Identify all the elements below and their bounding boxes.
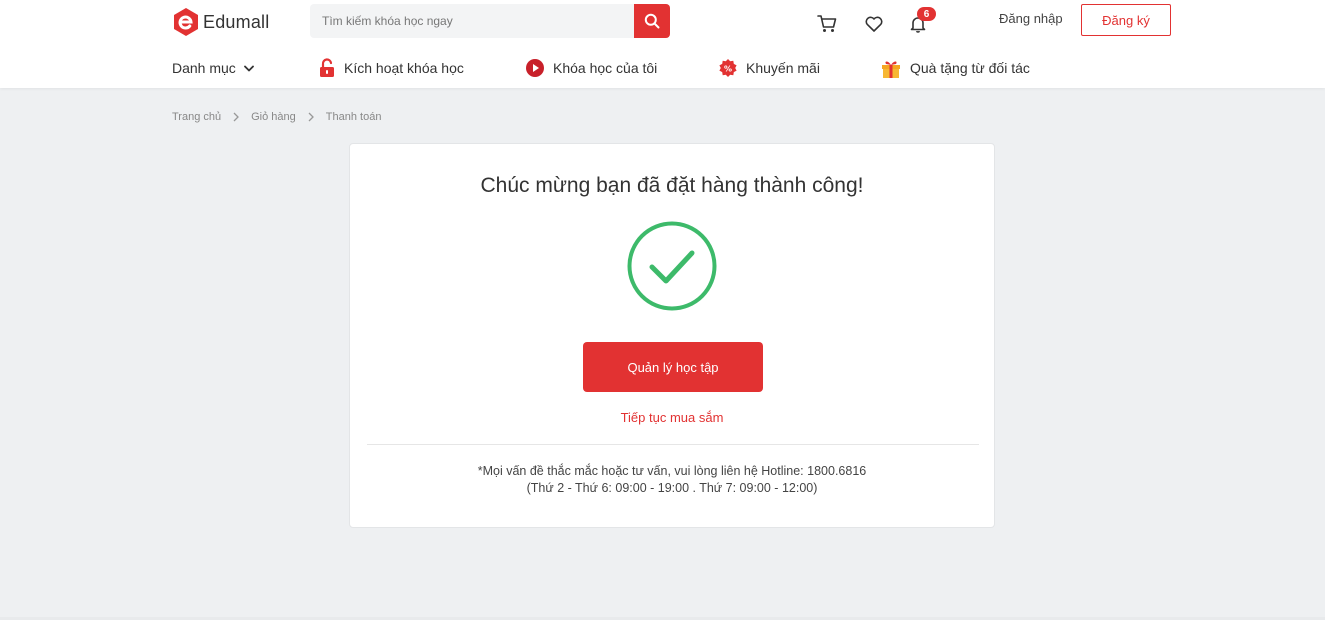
working-hours-text: (Thứ 2 - Thứ 6: 09:00 - 19:00 . Thứ 7: 0… (526, 481, 818, 495)
register-button[interactable]: Đăng ký (1081, 4, 1171, 36)
gift-icon (882, 61, 900, 78)
success-title: Chúc mừng bạn đã đặt hàng thành công! (480, 174, 864, 197)
discount-badge-icon: % (719, 59, 737, 77)
hotline-text: *Mọi vấn đề thắc mắc hoặc tư vấn, vui lò… (477, 464, 867, 478)
breadcrumb-home[interactable]: Trang chủ (172, 111, 221, 123)
notification-count-badge: 6 (917, 7, 936, 21)
brand-name: Edumall (203, 11, 270, 32)
continue-shopping-link[interactable]: Tiếp tục mua sắm (350, 410, 994, 425)
category-menu-label: Danh mục (172, 60, 236, 76)
divider (367, 444, 979, 445)
nav-item-label: Kích hoạt khóa học (344, 60, 464, 76)
heart-icon (865, 16, 883, 32)
check-circle-icon (627, 221, 717, 311)
chevron-right-icon (233, 112, 240, 122)
login-link[interactable]: Đăng nhập (999, 11, 1063, 26)
wishlist-button[interactable] (863, 13, 885, 35)
search-bar (310, 4, 670, 38)
svg-text:%: % (724, 64, 732, 73)
edumall-logo-icon (174, 8, 198, 36)
hotline-info: *Mọi vấn đề thắc mắc hoặc tư vấn, vui lò… (350, 463, 994, 497)
nav-item-promotions[interactable]: % Khuyến mãi (718, 57, 820, 79)
nav-item-label: Khuyến mãi (746, 60, 820, 76)
edumall-logo[interactable]: Edumall (172, 7, 269, 37)
nav-item-label: Khóa học của tôi (553, 60, 658, 76)
cart-icon (817, 14, 837, 32)
breadcrumb-checkout: Thanh toán (325, 111, 382, 123)
order-success-card: Chúc mừng bạn đã đặt hàng thành công! Qu… (349, 143, 995, 528)
play-circle-icon (526, 59, 544, 77)
manage-learning-button[interactable]: Quản lý học tập (583, 342, 763, 392)
cart-button[interactable] (816, 12, 838, 34)
nav-item-label: Quà tặng từ đối tác (910, 60, 1030, 76)
breadcrumb: Trang chủ Giỏ hàng Thanh toán (172, 109, 381, 125)
search-icon (644, 13, 660, 29)
nav-item-partner-gifts[interactable]: Quà tặng từ đối tác (880, 57, 1030, 79)
nav-item-activate-course[interactable]: Kích hoạt khóa học (318, 57, 464, 79)
unlock-icon (320, 58, 334, 77)
search-input[interactable] (310, 4, 634, 38)
chevron-right-icon (308, 112, 314, 122)
search-button[interactable] (634, 4, 670, 38)
breadcrumb-cart[interactable]: Giỏ hàng (251, 111, 296, 123)
chevron-down-icon (243, 65, 254, 71)
site-header: Edumall 6 Đăng nhập Đăng ký (0, 0, 1325, 88)
nav-item-my-courses[interactable]: Khóa học của tôi (525, 57, 657, 79)
category-menu[interactable]: Danh mục (172, 57, 254, 79)
